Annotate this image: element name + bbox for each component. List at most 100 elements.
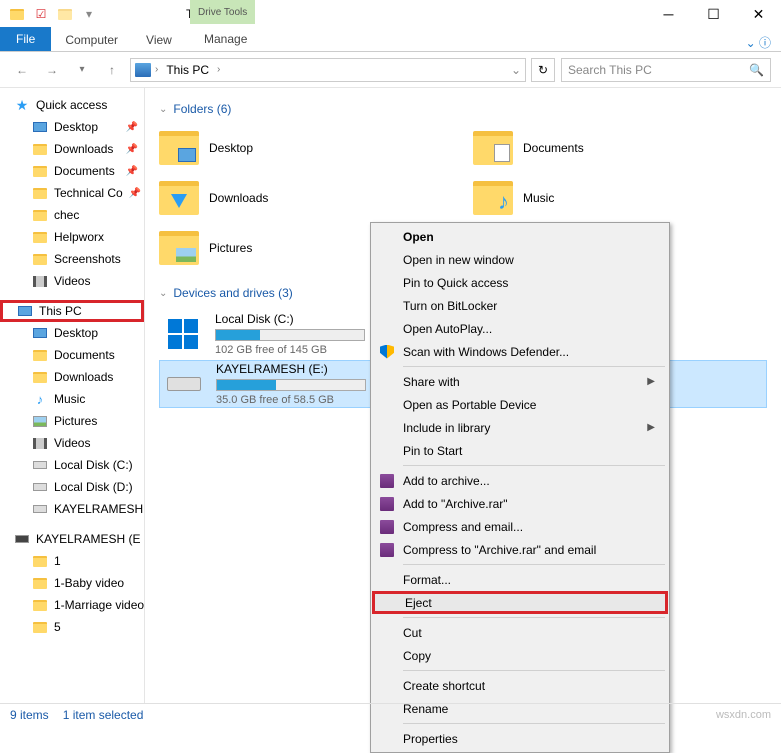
chevron-right-icon[interactable]: › — [155, 64, 158, 75]
archive-icon — [379, 496, 395, 512]
menu-separator — [403, 366, 665, 367]
context-menu-item[interactable]: Open — [373, 225, 667, 248]
sidebar-item[interactable]: Desktop — [0, 322, 144, 344]
sidebar-item[interactable]: Technical Co📌 — [0, 182, 144, 204]
context-menu-item[interactable]: Open as Portable Device — [373, 393, 667, 416]
address-segment[interactable]: This PC — [162, 63, 213, 77]
ribbon: File Computer View Manage ⌄ ⓘ — [0, 28, 781, 52]
menu-label: Properties — [403, 732, 458, 746]
sidebar-item[interactable]: 1-Marriage videos — [0, 594, 144, 616]
context-menu-item[interactable]: Compress to "Archive.rar" and email — [373, 538, 667, 561]
folder-item[interactable]: Music — [473, 176, 767, 220]
context-menu-item[interactable]: Compress and email... — [373, 515, 667, 538]
file-tab[interactable]: File — [0, 27, 51, 51]
close-button[interactable]: ✕ — [736, 0, 781, 28]
address-box[interactable]: › This PC › ⌄ — [130, 58, 526, 82]
sidebar-item[interactable]: Local Disk (D:) — [0, 476, 144, 498]
submenu-arrow-icon: ▶ — [647, 422, 655, 433]
view-tab[interactable]: View — [132, 29, 186, 51]
menu-label: Format... — [403, 573, 451, 587]
folder-item[interactable]: Desktop — [159, 126, 453, 170]
sidebar-item[interactable]: 1 — [0, 550, 144, 572]
refresh-button[interactable]: ↻ — [531, 58, 555, 82]
menu-label: Include in library — [403, 421, 490, 435]
sidebar-item[interactable]: Screenshots — [0, 248, 144, 270]
folder-item[interactable]: Documents — [473, 126, 767, 170]
sidebar-item[interactable]: Downloads — [0, 366, 144, 388]
sidebar-item[interactable]: 5 — [0, 616, 144, 638]
sidebar-item[interactable]: Pictures — [0, 410, 144, 432]
recent-dropdown-icon[interactable]: ▾ — [70, 58, 94, 82]
sidebar-external-drive[interactable]: KAYELRAMESH (E — [0, 528, 144, 550]
folder-item[interactable]: Downloads — [159, 176, 453, 220]
chevron-right-icon[interactable]: › — [217, 64, 220, 75]
up-button[interactable]: ↑ — [100, 58, 124, 82]
computer-tab[interactable]: Computer — [51, 29, 132, 51]
title-bar: ☑ ▾ Drive Tools This PC ─ ☐ ✕ — [0, 0, 781, 28]
minimize-button[interactable]: ─ — [646, 0, 691, 28]
sidebar-item[interactable]: Downloads📌 — [0, 138, 144, 160]
maximize-button[interactable]: ☐ — [691, 0, 736, 28]
context-menu-item[interactable]: Open in new window — [373, 248, 667, 271]
sidebar-item[interactable]: Helpworx — [0, 226, 144, 248]
sidebar-item[interactable]: 1-Baby video — [0, 572, 144, 594]
sidebar-item[interactable]: Documents📌 — [0, 160, 144, 182]
folders-header[interactable]: ⌄ Folders (6) — [159, 102, 767, 116]
sidebar-item[interactable]: chec — [0, 204, 144, 226]
address-dropdown-icon[interactable]: ⌄ — [511, 63, 521, 77]
context-menu-item[interactable]: Turn on BitLocker — [373, 294, 667, 317]
archive-icon — [379, 542, 395, 558]
context-menu-item[interactable]: Pin to Start — [373, 439, 667, 462]
sidebar-item[interactable]: Desktop📌 — [0, 116, 144, 138]
sidebar-item[interactable]: KAYELRAMESH — [0, 498, 144, 520]
drive-free-text: 35.0 GB free of 58.5 GB — [216, 394, 366, 406]
sidebar-quick-access[interactable]: ★Quick access — [0, 94, 144, 116]
context-menu-item[interactable]: Include in library ▶ — [373, 416, 667, 439]
context-menu-item[interactable]: Properties — [373, 727, 667, 750]
status-item-count: 9 items — [10, 708, 49, 722]
folder-label: Documents — [523, 141, 584, 155]
context-menu-item[interactable]: Cut — [373, 621, 667, 644]
drive-icon — [163, 319, 203, 349]
context-menu-item[interactable]: Share with▶ — [373, 370, 667, 393]
status-selected-count: 1 item selected — [63, 708, 144, 722]
context-menu-item[interactable]: Open AutoPlay... — [373, 317, 667, 340]
context-menu-item[interactable]: Copy — [373, 644, 667, 667]
context-menu-item[interactable]: Eject — [372, 591, 668, 614]
qat-new-folder-icon[interactable] — [57, 6, 73, 22]
folder-label: Pictures — [209, 241, 252, 255]
context-menu-item[interactable]: Format... — [373, 568, 667, 591]
sidebar-this-pc[interactable]: This PC — [0, 300, 144, 322]
sidebar-item[interactable]: Videos — [0, 432, 144, 454]
watermark: wsxdn.com — [716, 709, 771, 721]
search-input[interactable]: Search This PC 🔍 — [561, 58, 771, 82]
forward-button[interactable]: → — [40, 58, 64, 82]
context-menu-item[interactable]: Add to "Archive.rar" — [373, 492, 667, 515]
help-dropdown-icon[interactable]: ⌄ ⓘ — [736, 34, 781, 51]
drive-name: KAYELRAMESH (E:) — [216, 362, 366, 376]
back-button[interactable]: ← — [10, 58, 34, 82]
drive-free-text: 102 GB free of 145 GB — [215, 344, 365, 356]
menu-label: Compress to "Archive.rar" and email — [403, 543, 596, 557]
context-menu-item[interactable]: Scan with Windows Defender... — [373, 340, 667, 363]
drive-usage-bar — [215, 329, 365, 341]
menu-label: Compress and email... — [403, 520, 523, 534]
context-menu-item[interactable]: Add to archive... — [373, 469, 667, 492]
qat-dropdown-icon[interactable]: ▾ — [81, 6, 97, 22]
status-bar: 9 items 1 item selected wsxdn.com — [0, 703, 781, 725]
sidebar-item[interactable]: ♪Music — [0, 388, 144, 410]
sidebar-item[interactable]: Local Disk (C:) — [0, 454, 144, 476]
menu-label: Open as Portable Device — [403, 398, 536, 412]
collapse-icon[interactable]: ⌄ — [159, 288, 167, 299]
sidebar-item[interactable]: Videos — [0, 270, 144, 292]
qat-properties-icon[interactable]: ☑ — [33, 6, 49, 22]
context-menu-item[interactable]: Create shortcut — [373, 674, 667, 697]
context-menu-item[interactable]: Pin to Quick access — [373, 271, 667, 294]
collapse-icon[interactable]: ⌄ — [159, 104, 167, 115]
sidebar-item[interactable]: Documents — [0, 344, 144, 366]
shield-icon — [379, 344, 395, 360]
manage-tab[interactable]: Manage — [190, 28, 261, 50]
drive-icon — [164, 369, 204, 399]
menu-label: Scan with Windows Defender... — [403, 345, 569, 359]
menu-label: Cut — [403, 626, 422, 640]
